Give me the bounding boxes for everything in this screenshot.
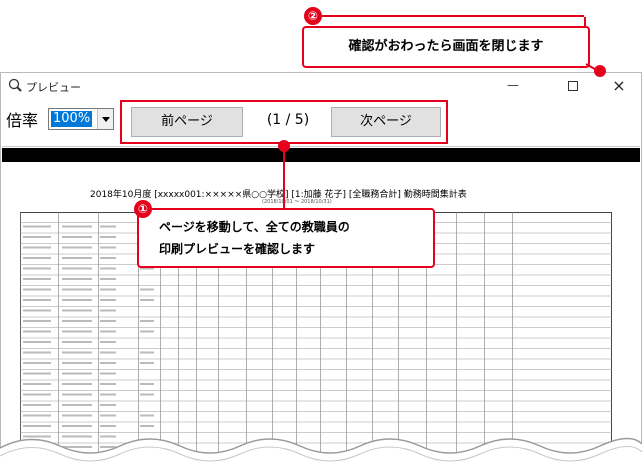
report-period: (2018/10/01 ～ 2018/10/31) [262,199,332,205]
minimize-button[interactable]: — [500,78,526,94]
zoom-label: 倍率 [6,111,39,130]
chevron-down-icon[interactable] [97,109,113,129]
page-indicator: (1 / 5) [266,112,310,128]
page-header-band [2,148,640,162]
next-page-button[interactable]: 次ページ [331,107,441,137]
close-button[interactable]: × [598,74,640,98]
title-bar [0,72,642,98]
callout-1-line-2: 印刷プレビューを確認します [159,242,316,256]
callout-2-box: 確認がおわったら画面を閉じます [302,26,590,68]
maximize-button[interactable] [568,81,578,91]
callout-2-marker-dot [594,65,606,77]
preview-app-icon [8,77,22,92]
callout-2-badge: ② [304,7,322,25]
callout-1-line-1: ページを移動して、全ての教職員の [159,220,350,234]
previous-page-button[interactable]: 前ページ [131,107,243,137]
window-title: プレビュー [26,81,81,94]
callout-2-leader-line [322,15,584,17]
callout-1-leader-line [283,146,285,210]
torn-edge-decoration [0,437,642,469]
callout-1-box: ページを移動して、全ての教職員の 印刷プレビューを確認します [137,208,435,268]
zoom-select[interactable]: 100% [48,108,114,130]
zoom-selected-value: 100% [51,111,93,127]
callout-1-marker-dot [278,140,290,152]
callout-1-badge: ① [134,200,152,218]
